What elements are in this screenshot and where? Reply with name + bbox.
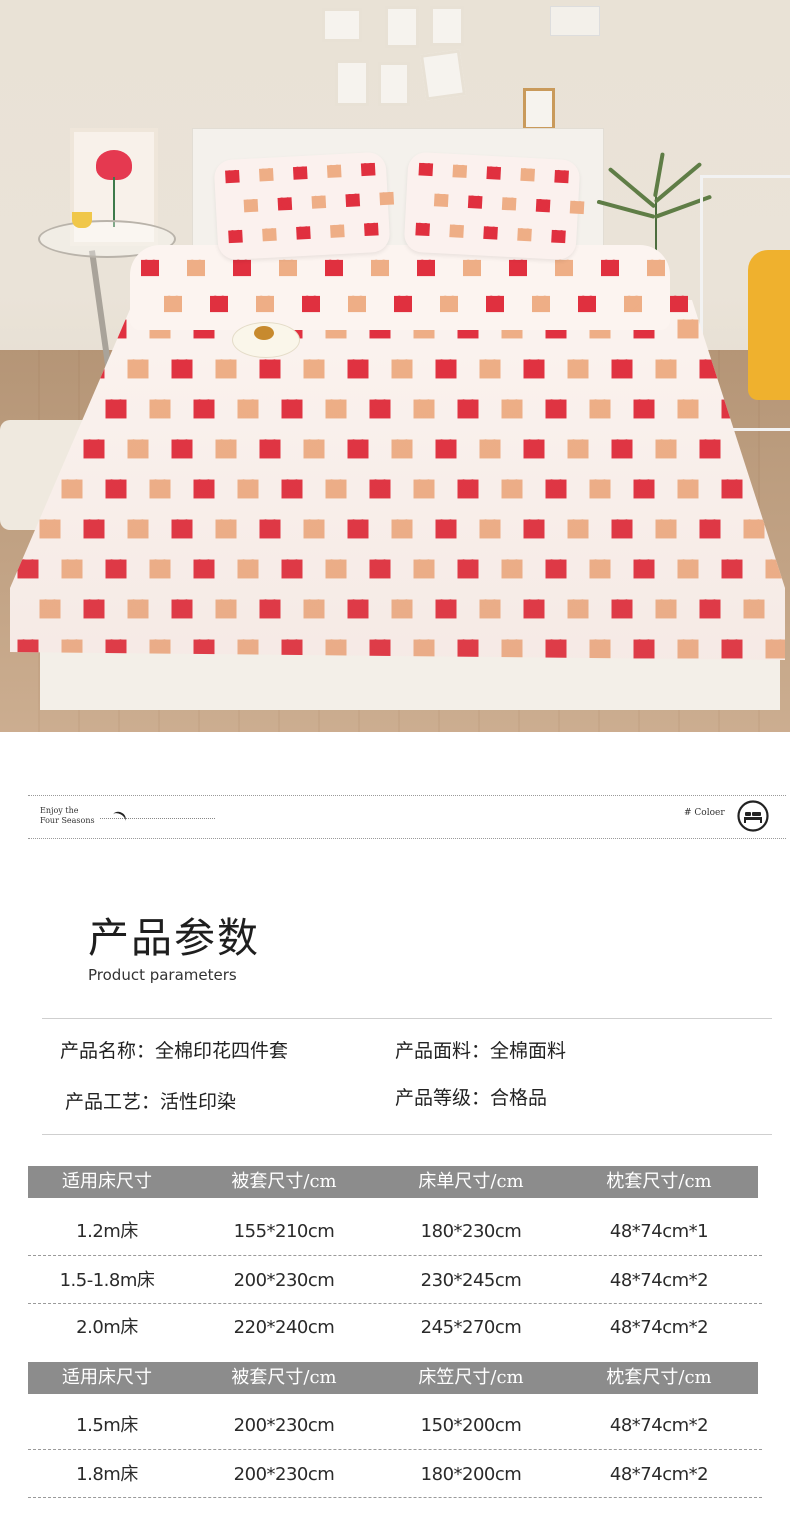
heart-pattern	[61, 319, 83, 339]
heart-pattern	[325, 259, 343, 277]
divider	[42, 1134, 772, 1135]
heart-pattern	[233, 259, 251, 277]
duvet-fold	[130, 245, 688, 330]
param-craft: 产品工艺：活性印染	[65, 1091, 237, 1113]
heart-pattern	[164, 295, 182, 313]
heart-pattern	[228, 229, 243, 244]
heart-pattern	[535, 199, 551, 213]
heart-pattern	[302, 295, 320, 313]
wall-picture	[335, 60, 369, 106]
header-sheet-size: 床单尺寸/cm	[418, 1171, 524, 1192]
heart-pattern	[517, 228, 532, 242]
heart-pattern	[601, 259, 619, 277]
yellow-chair	[748, 250, 790, 400]
heart-pattern	[449, 224, 464, 238]
heart-pattern	[330, 224, 345, 238]
heart-pattern	[345, 193, 361, 207]
heart-pattern	[463, 259, 481, 277]
color-label: # Coloer	[684, 808, 725, 818]
divider	[42, 1018, 772, 1019]
heart-pattern	[483, 226, 498, 240]
heart-pattern	[243, 199, 259, 213]
wall-picture	[430, 6, 464, 46]
header-fitted-sheet-size: 床笠尺寸/cm	[418, 1367, 524, 1388]
heart-pattern	[394, 295, 412, 313]
heart-pattern	[262, 228, 277, 242]
header-bed-size: 适用床尺寸	[62, 1171, 152, 1192]
heart-pattern	[311, 195, 327, 209]
wall-calendar	[550, 6, 600, 36]
heart-pattern	[17, 319, 39, 339]
heart-pattern	[578, 295, 596, 313]
table-row: 1.5m床 200*230cm 150*200cm 48*74cm*2	[76, 1415, 709, 1436]
param-grade: 产品等级：合格品	[395, 1087, 548, 1109]
product-photo	[0, 0, 790, 732]
wall-picture	[523, 88, 555, 130]
size-table-header: 适用床尺寸 被套尺寸/cm 床单尺寸/cm 枕套尺寸/cm	[28, 1166, 758, 1198]
section-title: 产品参数	[88, 914, 260, 962]
wall-picture	[385, 6, 419, 48]
enjoy-tagline: Enjoy the Four Seasons	[40, 806, 95, 825]
header-pillowcase-size: 枕套尺寸/cm	[606, 1171, 712, 1192]
heart-pattern	[187, 259, 205, 277]
heart-pattern	[467, 195, 483, 209]
heart-pattern	[501, 197, 517, 211]
heart-pattern	[486, 166, 502, 180]
heart-pattern	[141, 259, 159, 277]
heart-pattern	[670, 295, 688, 313]
heart-pattern	[440, 295, 458, 313]
table-row: 2.0m床 220*240cm 245*270cm 48*74cm*2	[76, 1317, 709, 1338]
wall-picture	[322, 8, 362, 42]
wall-picture	[378, 62, 410, 106]
heart-pattern	[520, 168, 536, 182]
param-name: 产品名称：全棉印花四件套	[60, 1040, 289, 1062]
heart-pattern	[417, 259, 435, 277]
divider-band	[28, 795, 786, 839]
heart-pattern	[509, 259, 527, 277]
heart-pattern	[486, 295, 504, 313]
heart-pattern	[363, 222, 379, 237]
heart-pattern	[554, 169, 569, 184]
heart-pattern	[348, 295, 366, 313]
section-subtitle: Product parameters	[88, 966, 237, 984]
heart-pattern	[296, 226, 311, 240]
heart-pattern	[415, 222, 431, 237]
heart-pattern	[279, 259, 297, 277]
heart-pattern	[624, 295, 642, 313]
header-duvet-size: 被套尺寸/cm	[231, 1367, 337, 1388]
table-row: 1.2m床 155*210cm 180*230cm 48*74cm*1	[76, 1221, 709, 1242]
heart-pattern	[225, 169, 240, 184]
param-fabric: 产品面料：全棉面料	[395, 1040, 567, 1062]
heart-pattern	[569, 200, 585, 215]
cup	[72, 212, 92, 228]
header-pillowcase-size: 枕套尺寸/cm	[606, 1367, 712, 1388]
wall-picture	[419, 49, 467, 101]
heart-pattern	[292, 166, 308, 180]
heart-pattern	[258, 168, 274, 182]
table-row: 1.5-1.8m床 200*230cm 230*245cm 48*74cm*2	[59, 1270, 709, 1291]
heart-pattern	[452, 164, 468, 178]
header-bed-size: 适用床尺寸	[62, 1367, 152, 1388]
heart-pattern	[433, 193, 449, 207]
heart-pattern	[210, 295, 228, 313]
heart-pattern	[277, 197, 293, 211]
heart-pattern	[647, 259, 665, 277]
heart-pattern	[555, 259, 573, 277]
heart-pattern	[532, 295, 550, 313]
heart-pattern	[379, 191, 395, 206]
heart-pattern	[551, 229, 566, 244]
heart-pattern	[360, 162, 376, 177]
bed-icon	[737, 800, 769, 832]
fitted-table-header: 适用床尺寸 被套尺寸/cm 床笠尺寸/cm 枕套尺寸/cm	[28, 1362, 758, 1394]
heart-pattern	[256, 295, 274, 313]
header-duvet-size: 被套尺寸/cm	[231, 1171, 337, 1192]
pillow-right	[403, 151, 585, 261]
table-row: 1.8m床 200*230cm 180*200cm 48*74cm*2	[76, 1464, 709, 1485]
heart-pattern	[326, 164, 342, 178]
pillow-left	[213, 151, 395, 261]
heart-pattern	[418, 162, 434, 177]
heart-pattern	[371, 259, 389, 277]
